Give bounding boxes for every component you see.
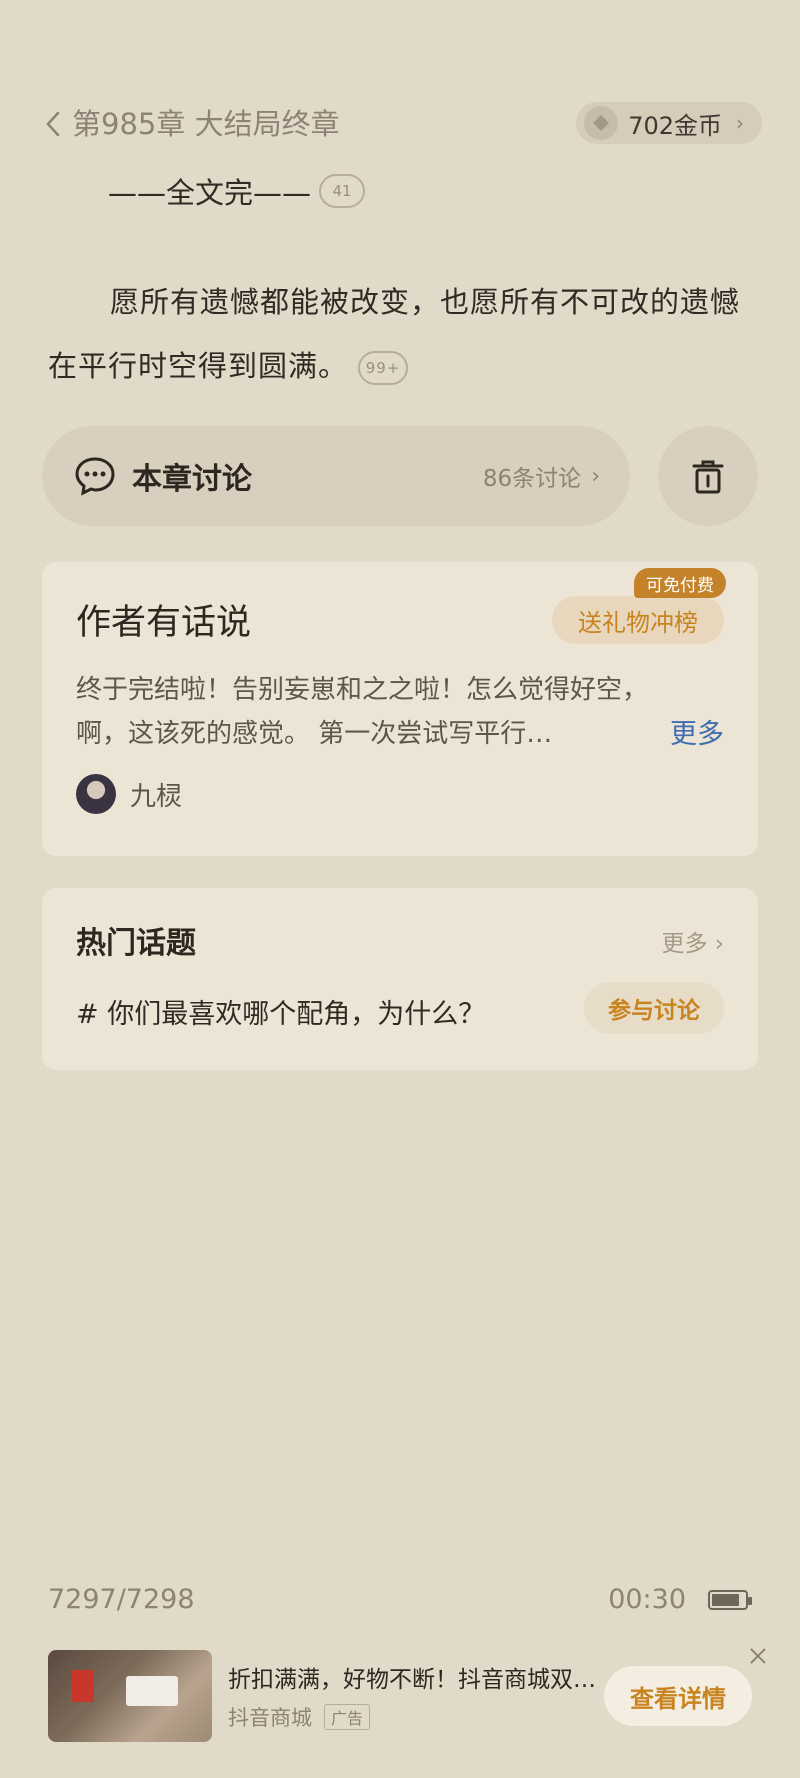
battery-level [712, 1594, 740, 1606]
ad-source: 抖音商城 [228, 1706, 312, 1730]
ad-banner[interactable]: 折扣满满，好物不断！抖音商城双… 抖音商城 广告 查看详情 [48, 1648, 766, 1742]
chapter-title[interactable]: 第985章 大结局终章 [72, 104, 340, 144]
join-discussion-button[interactable]: 参与讨论 [584, 982, 724, 1034]
coin-icon [584, 106, 619, 140]
comment-bubble-icon[interactable]: 41 [319, 174, 366, 208]
more-link[interactable]: 更多 [670, 712, 724, 751]
hot-topics-title: 热门话题 [76, 926, 196, 961]
ad-tag: 广告 [324, 1704, 371, 1730]
hot-topics-more[interactable]: 更多 › [661, 924, 724, 958]
back-chevron-icon[interactable] [38, 106, 68, 142]
ad-source-row: 抖音商城 广告 [228, 1702, 371, 1732]
send-gift-button[interactable]: 送礼物冲榜 [552, 596, 724, 644]
end-marker: ——全文完—— 41 [108, 170, 366, 212]
chapter-header: 第985章 大结局终章 702金币 › [38, 100, 762, 148]
chapter-paragraph: 愿所有遗憾都能被改变，也愿所有不可改的遗憾在平行时空得到圆满。 99+ [48, 270, 760, 398]
trash-button[interactable] [658, 426, 758, 526]
chevron-right-icon: › [714, 931, 724, 957]
ad-thumb-decor [126, 1676, 178, 1706]
author-note-text: 终于完结啦！告别妄崽和之之啦！怎么觉得好空，啊，这该死的感觉。 第一次尝试写平行… [76, 675, 648, 749]
hot-topics-card: 热门话题 更多 › # 你们最喜欢哪个配角，为什么？ 参与讨论 [42, 888, 758, 1070]
chapter-discussion-button[interactable]: 本章讨论 86条讨论 › [42, 426, 630, 526]
comment-count: 41 [332, 182, 352, 200]
topic-item[interactable]: # 你们最喜欢哪个配角，为什么？ [76, 992, 485, 1031]
author-name: 九棂 [130, 781, 183, 812]
ad-title[interactable]: 折扣满满，好物不断！抖音商城双… [228, 1660, 598, 1694]
author-note-card: 作者有话说 送礼物冲榜 可免付费 终于完结啦！告别妄崽和之之啦！怎么觉得好空，啊… [42, 562, 758, 856]
chevron-right-icon: › [736, 111, 744, 135]
comment-bubble-icon[interactable]: 99+ [358, 351, 409, 385]
discussion-label: 本章讨论 [132, 462, 252, 497]
discussion-count: 86条讨论 [482, 466, 582, 492]
free-badge: 可免付费 [634, 568, 726, 598]
ad-thumbnail[interactable] [48, 1650, 212, 1742]
view-details-button[interactable]: 查看详情 [604, 1666, 752, 1726]
clock: 00:30 [608, 1584, 686, 1615]
author-note-title: 作者有话说 [76, 603, 252, 643]
author-info[interactable]: 九棂 [76, 774, 182, 814]
battery-icon [708, 1590, 752, 1610]
chat-bubble-icon [75, 457, 115, 496]
close-icon[interactable] [742, 1640, 774, 1672]
end-marker-text: ——全文完—— [108, 176, 312, 210]
comment-count: 99+ [365, 359, 401, 377]
trash-icon [692, 460, 724, 494]
coins-label: 702金币 [628, 111, 722, 140]
avatar [76, 774, 116, 814]
more-label: 更多 [661, 931, 708, 957]
coins-button[interactable]: 702金币 › [576, 102, 762, 144]
page-progress: 7297/7298 [48, 1584, 195, 1615]
reader-page: 第985章 大结局终章 702金币 › ——全文完—— 41 愿所有遗憾都能被改… [0, 0, 800, 1778]
ad-thumb-decor [72, 1670, 94, 1702]
chevron-right-icon: › [591, 463, 600, 489]
